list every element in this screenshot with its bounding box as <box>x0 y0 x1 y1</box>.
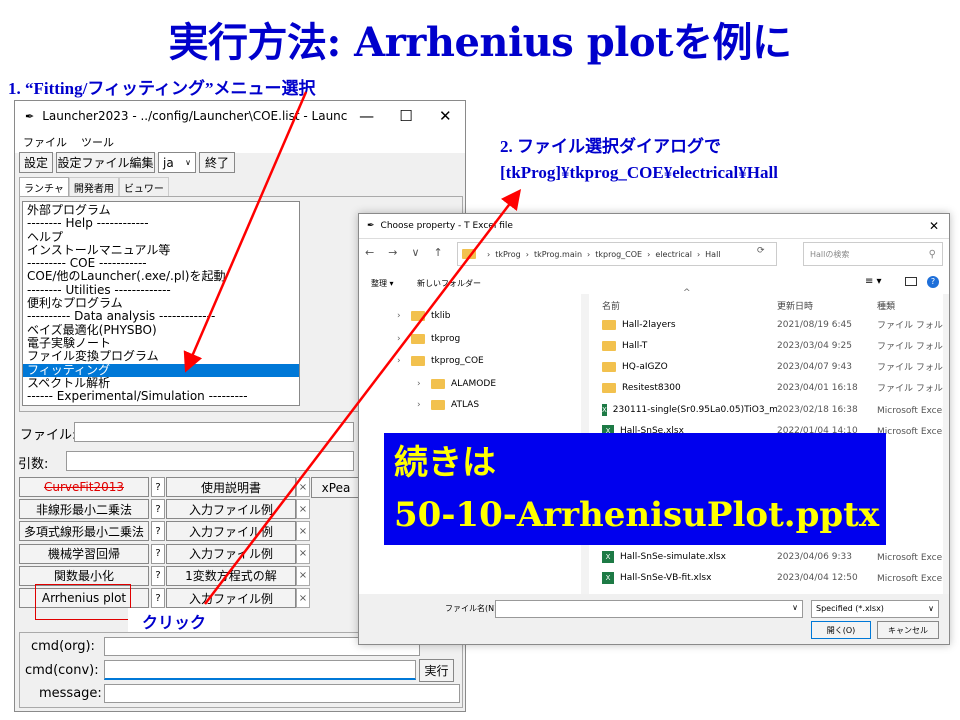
arrow-to-dialog <box>204 189 522 605</box>
annotation-arrows <box>183 91 522 605</box>
arrow-to-fitting <box>183 91 308 373</box>
